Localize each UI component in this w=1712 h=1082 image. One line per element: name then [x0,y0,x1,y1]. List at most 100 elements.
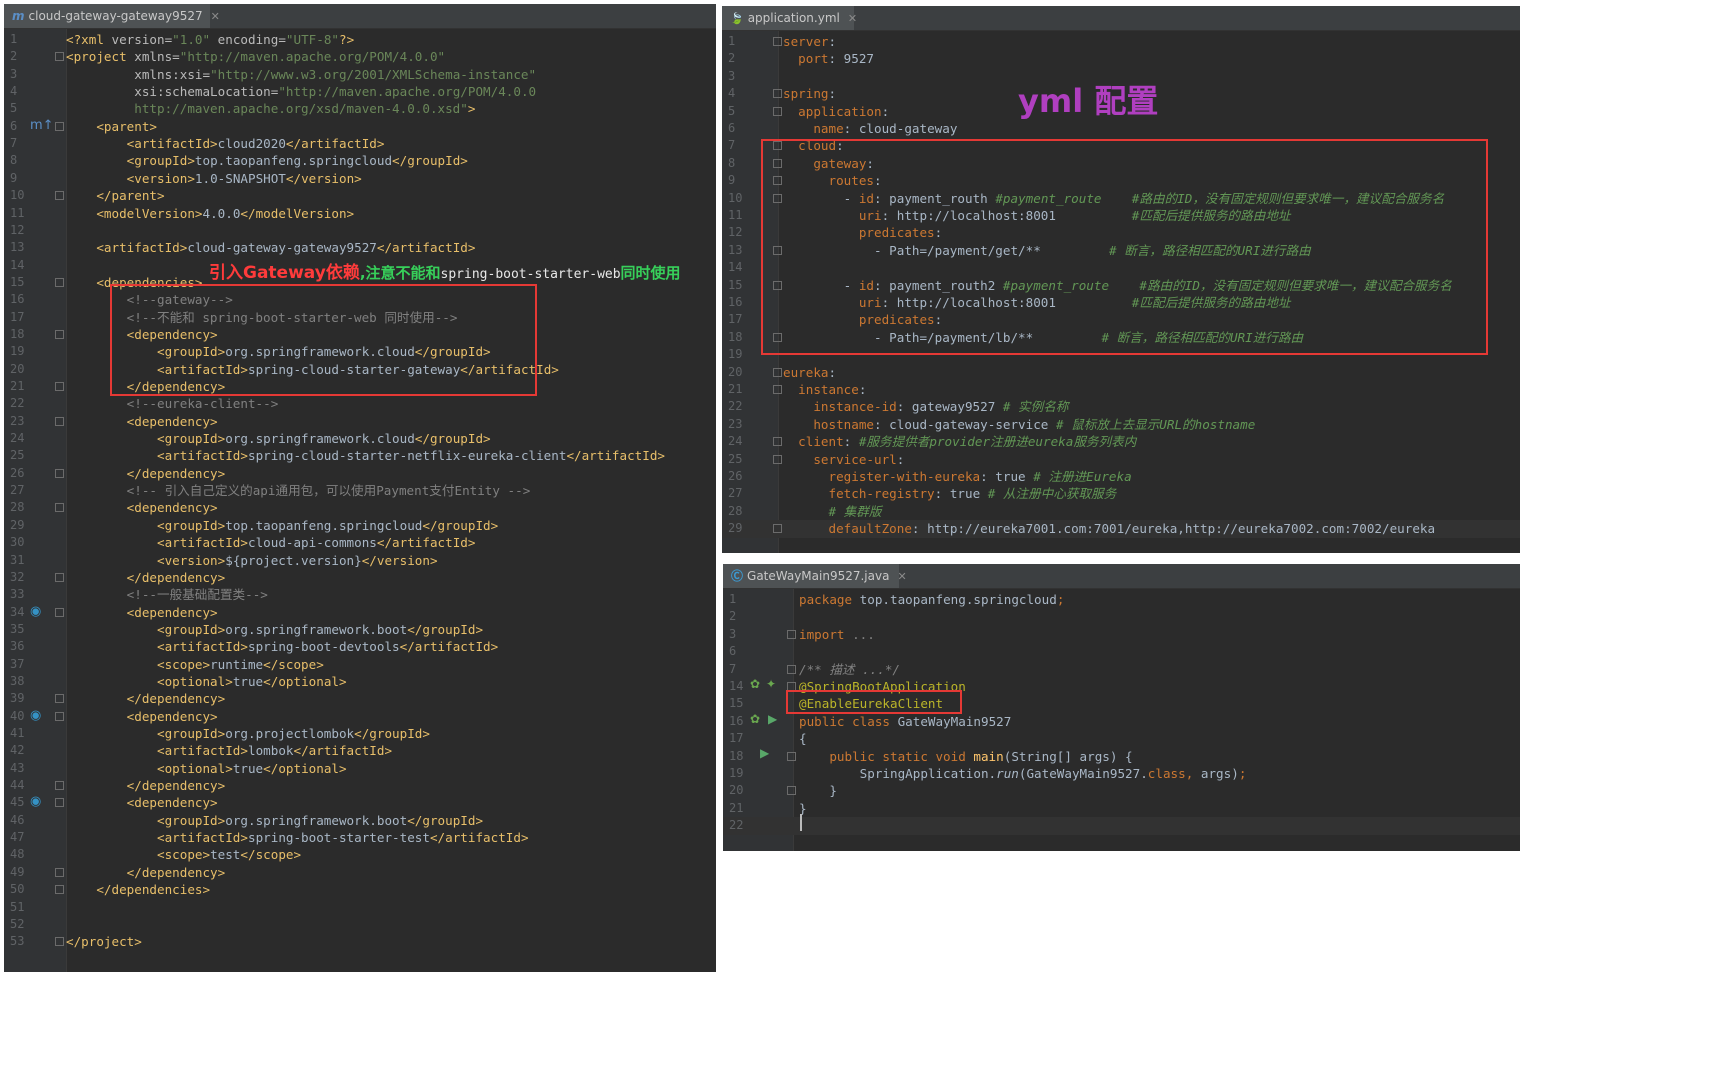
code-line[interactable]: 10 - id: payment_routh #payment_route #路… [722,190,1520,207]
code-line[interactable]: 5 http://maven.apache.org/xsd/maven-4.0.… [4,100,716,117]
code-line[interactable]: 12 predicates: [722,224,1520,241]
code-line[interactable]: 22 <!--eureka-client--> [4,395,716,412]
fold-toggle-icon[interactable] [773,524,782,534]
code-line[interactable]: 33 <!--一般基础配置类--> [4,586,716,603]
fold-toggle-icon[interactable] [773,141,782,151]
code-line[interactable]: 26 </dependency> [4,465,716,482]
code-line[interactable]: 1 <?xml version="1.0" encoding="UTF-8"?> [4,31,716,48]
fold-toggle-icon[interactable] [787,786,796,796]
close-icon[interactable]: ✕ [211,10,220,23]
code-line[interactable]: 2 <project xmlns="http://maven.apache.org… [4,48,716,65]
code-line[interactable]: 24 client: #服务提供者provider注册进eureka服务列表内 [722,433,1520,450]
fold-toggle-icon[interactable] [55,937,64,947]
code-line[interactable]: 38 <optional>true</optional> [4,673,716,690]
fold-toggle-icon[interactable] [773,245,782,255]
code-line[interactable]: 17 <!--不能和 spring-boot-starter-web 同时使用-… [4,309,716,326]
code-line[interactable]: 51 [4,899,716,916]
fold-toggle-icon[interactable] [55,867,64,877]
code-line[interactable]: 39 </dependency> [4,690,716,707]
code-line[interactable]: 1 package top.taopanfeng.springcloud; [723,591,1520,608]
code-line[interactable]: 15 @EnableEurekaClient [723,695,1520,712]
code-line[interactable]: 44 </dependency> [4,777,716,794]
fold-toggle-icon[interactable] [787,682,796,691]
code-line[interactable]: 20 <artifactId>spring-cloud-starter-gate… [4,361,716,378]
code-line[interactable]: 13 - Path=/payment/get/** # 断言，路径相匹配的URI… [722,242,1520,259]
code-line[interactable]: 28 <dependency> [4,499,716,516]
code-line[interactable]: 11 uri: http://localhost:8001 #匹配后提供服务的路… [722,207,1520,224]
fold-toggle-icon[interactable] [773,367,782,377]
code-line[interactable]: 24 <groupId>org.springframework.cloud</g… [4,430,716,447]
fold-toggle-icon[interactable] [55,121,64,131]
code-line[interactable]: 9 <version>1.0-SNAPSHOT</version> [4,170,716,187]
fold-toggle-icon[interactable] [55,382,64,391]
fold-toggle-icon[interactable] [55,277,64,287]
code-line[interactable]: 48 <scope>test</scope> [4,846,716,863]
fold-toggle-icon[interactable] [55,503,64,513]
fold-toggle-icon[interactable] [773,385,782,394]
dependency-update-icon[interactable]: ◉ [30,795,41,808]
fold-toggle-icon[interactable] [55,329,64,339]
code-line[interactable]: 15 - id: payment_routh2 #payment_route #… [722,277,1520,294]
fold-toggle-icon[interactable] [773,332,782,342]
tab-application-yml[interactable]: 🍃 application.yml ✕ [722,6,857,30]
fold-toggle-icon[interactable] [55,781,64,791]
spring-bean-icon[interactable]: ✿ [750,713,760,725]
code-line[interactable]: 43 <optional>true</optional> [4,760,716,777]
run-main-icon[interactable]: ▶ [768,713,777,725]
fold-toggle-icon[interactable] [773,89,782,99]
code-line[interactable]: 2 port: 9527 [722,50,1520,67]
code-line[interactable]: 27 fetch-registry: true # 从注册中心获取服务 [722,485,1520,502]
code-line[interactable]: 20 } [723,782,1520,799]
fold-toggle-icon[interactable] [773,158,782,168]
code-line[interactable]: 1 server: [722,33,1520,50]
code-line[interactable]: 9 routes: [722,172,1520,189]
code-line[interactable]: 3 xmlns:xsi="http://www.w3.org/2001/XMLS… [4,66,716,83]
code-line[interactable]: 53 </project> [4,933,716,950]
code-line[interactable]: 45 <dependency> [4,794,716,811]
code-line[interactable]: 10 </parent> [4,187,716,204]
code-line[interactable]: 27 <!-- 引入自己定义的api通用包，可以使用Payment支付Entit… [4,482,716,499]
code-line[interactable]: 6 [723,643,1520,660]
code-line[interactable]: 19 <groupId>org.springframework.cloud</g… [4,343,716,360]
code-line[interactable]: 30 <artifactId>cloud-api-commons</artifa… [4,534,716,551]
code-line[interactable]: 40 <dependency> [4,708,716,725]
code-line[interactable]: 42 <artifactId>lombok</artifactId> [4,742,716,759]
code-line[interactable]: 34 <dependency> [4,604,716,621]
fold-toggle-icon[interactable] [787,629,796,639]
code-line[interactable]: 8 <groupId>top.taopanfeng.springcloud</g… [4,152,716,169]
code-line[interactable]: 4 xsi:schemaLocation="http://maven.apach… [4,83,716,100]
fold-toggle-icon[interactable] [55,711,64,721]
spring-bean-icon[interactable]: ✿ [750,678,760,690]
code-line[interactable]: 12 [4,222,716,239]
code-line[interactable]: 26 register-with-eureka: true # 注册进Eurek… [722,468,1520,485]
code-line[interactable]: 32 </dependency> [4,569,716,586]
code-line[interactable]: 21 </dependency> [4,378,716,395]
fold-toggle-icon[interactable] [773,193,782,203]
code-line[interactable]: 46 <groupId>org.springframework.boot</gr… [4,812,716,829]
fold-toggle-icon[interactable] [55,52,64,62]
code-line[interactable]: 16 uri: http://localhost:8001 #匹配后提供服务的路… [722,294,1520,311]
code-line[interactable]: 25 service-url: [722,451,1520,468]
close-icon[interactable]: ✕ [897,570,906,583]
code-line[interactable]: 49 </dependency> [4,864,716,881]
code-line[interactable]: 19 [722,346,1520,363]
fold-toggle-icon[interactable] [55,468,64,478]
code-line[interactable]: 23 hostname: cloud-gateway-service # 鼠标放… [722,416,1520,433]
code-line[interactable]: 18 public static void main(String[] args… [723,748,1520,765]
fold-toggle-icon[interactable] [55,798,64,808]
code-line[interactable]: 18 - Path=/payment/lb/** # 断言，路径相匹配的URI进… [722,329,1520,346]
code-line[interactable]: 23 <dependency> [4,413,716,430]
code-line[interactable]: 16 public class GateWayMain9527 [723,713,1520,730]
code-line[interactable]: 14 [722,259,1520,276]
code-line[interactable]: 18 <dependency> [4,326,716,343]
fold-toggle-icon[interactable] [773,280,782,290]
dependency-update-icon[interactable]: ◉ [30,605,41,618]
fold-toggle-icon[interactable] [55,694,64,704]
code-line[interactable]: 20 eureka: [722,364,1520,381]
code-line[interactable]: 37 <scope>runtime</scope> [4,656,716,673]
code-line[interactable]: 21} [723,800,1520,817]
code-line[interactable]: 17 { [723,730,1520,747]
code-line[interactable]: 6 <parent> [4,118,716,135]
fold-toggle-icon[interactable] [773,176,782,186]
java-code-area[interactable]: 1 package top.taopanfeng.springcloud; 2 3 im… [723,591,1520,851]
